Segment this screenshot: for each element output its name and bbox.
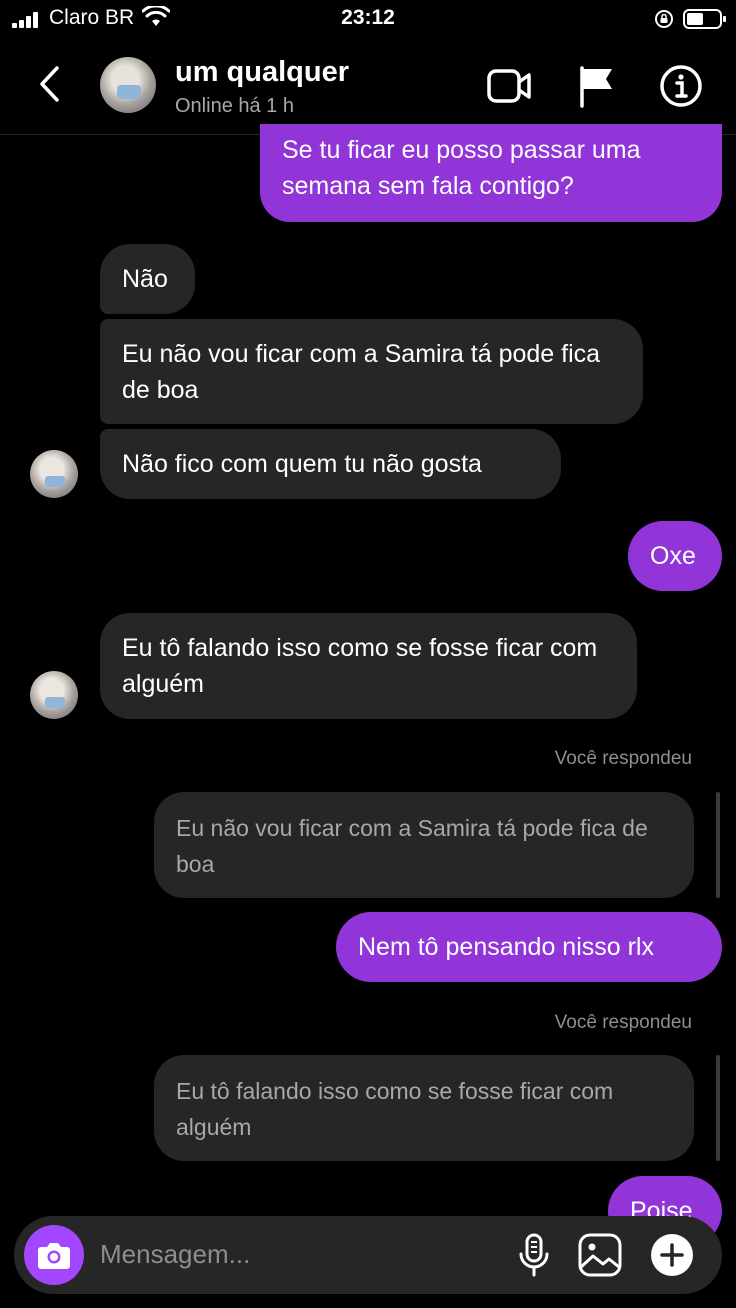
message-input[interactable] xyxy=(100,1236,480,1272)
gallery-icon[interactable] xyxy=(576,1232,624,1278)
message-text: Não fico com quem tu não gosta xyxy=(122,450,482,478)
status-bar: Claro BR 23:12 xyxy=(0,0,736,40)
rotation-lock-icon xyxy=(655,10,673,28)
quoted-text: Eu tô falando isso como se fosse ficar c… xyxy=(176,1078,614,1140)
message-bubble-received[interactable]: Não xyxy=(100,244,195,314)
chat-header: um qualquer Online há 1 h xyxy=(0,40,736,135)
message-text: Eu tô falando isso como se fosse ficar c… xyxy=(122,634,598,698)
info-icon[interactable] xyxy=(659,64,703,108)
contact-name[interactable]: um qualquer xyxy=(175,56,349,89)
battery-icon xyxy=(683,9,726,29)
reply-label: Você respondeu xyxy=(554,1012,692,1033)
camera-button[interactable] xyxy=(24,1225,84,1285)
back-icon[interactable] xyxy=(30,62,70,106)
camera-icon xyxy=(38,1243,70,1269)
contact-avatar-small[interactable] xyxy=(30,671,78,719)
message-text: Eu não vou ficar com a Samira tá pode fi… xyxy=(122,340,601,404)
message-text: Não xyxy=(122,265,168,293)
quoted-message[interactable]: Eu não vou ficar com a Samira tá pode fi… xyxy=(154,792,694,898)
reply-label: Você respondeu xyxy=(554,748,692,769)
dm-screen: Claro BR 23:12 um qualquer Online há 1 h xyxy=(0,0,736,1308)
reply-indicator-bar xyxy=(716,792,720,898)
message-bubble-sent[interactable]: Nem tô pensando nisso rlx xyxy=(336,912,722,982)
clock: 23:12 xyxy=(341,6,395,29)
contact-status: Online há 1 h xyxy=(175,95,294,117)
quoted-message[interactable]: Eu tô falando isso como se fosse ficar c… xyxy=(154,1055,694,1161)
microphone-icon[interactable] xyxy=(516,1232,552,1278)
contact-avatar-small[interactable] xyxy=(30,450,78,498)
message-bubble-sent[interactable]: Se tu ficar eu posso passar uma semana s… xyxy=(260,124,722,222)
message-text: Nem tô pensando nisso rlx xyxy=(358,933,654,961)
flag-icon[interactable] xyxy=(578,64,616,108)
message-bubble-received[interactable]: Eu não vou ficar com a Samira tá pode fi… xyxy=(100,319,643,424)
quoted-text: Eu não vou ficar com a Samira tá pode fi… xyxy=(176,815,648,877)
message-text: Oxe xyxy=(650,542,696,570)
plus-icon[interactable] xyxy=(650,1233,694,1277)
message-bubble-received[interactable]: Eu tô falando isso como se fosse ficar c… xyxy=(100,613,637,719)
message-bubble-received[interactable]: Não fico com quem tu não gosta xyxy=(100,429,561,499)
message-text: Se tu ficar eu posso passar uma semana s… xyxy=(282,136,641,200)
message-composer xyxy=(14,1216,722,1294)
reply-indicator-bar xyxy=(716,1055,720,1161)
contact-avatar[interactable] xyxy=(100,57,156,113)
message-bubble-sent[interactable]: Oxe xyxy=(628,521,722,591)
video-call-icon[interactable] xyxy=(486,66,532,106)
